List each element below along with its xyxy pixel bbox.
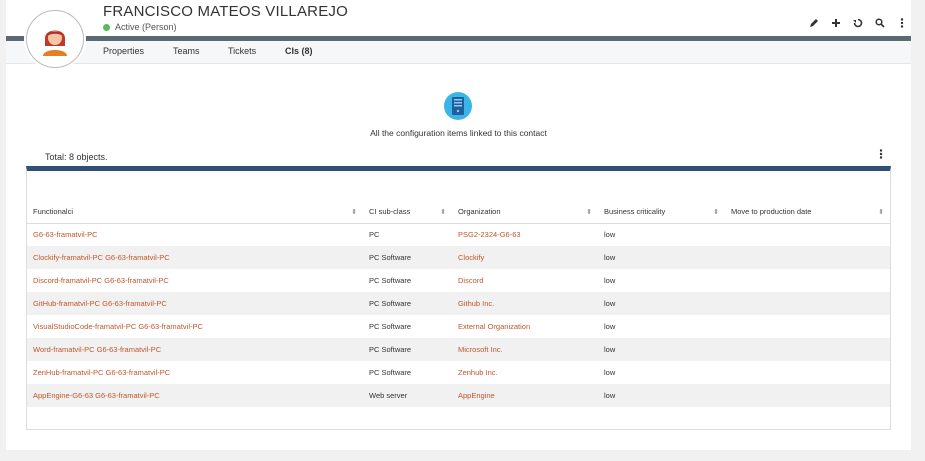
table-row: AppEngine-G6-63 G6-63-framatvil-PC Web s…: [27, 384, 890, 407]
organization-link[interactable]: Zenhub Inc.: [458, 368, 498, 377]
table-row: VisualStudioCode-framatvil-PC G6-63-fram…: [27, 315, 890, 338]
sort-icon: ⬍: [878, 209, 884, 216]
criticality-cell: low: [598, 292, 725, 315]
ci-subclass-cell: PC Software: [363, 338, 452, 361]
column-label: Functionalci: [33, 207, 74, 217]
production-date-cell: [725, 338, 890, 361]
table-row: Clockify-framatvil-PC G6-63-framatvil-PC…: [27, 246, 890, 269]
organization-link[interactable]: PSG2-2324-G6-63: [458, 230, 521, 239]
tab-teams[interactable]: Teams: [173, 46, 200, 56]
organization-link[interactable]: Microsoft Inc.: [458, 345, 503, 354]
cis-table-container: Functionalci ⬍ CI sub-class ⬍ Organization…: [26, 166, 891, 430]
criticality-cell: low: [604, 322, 616, 331]
production-date-cell: [725, 269, 890, 292]
header-actions: [809, 18, 907, 31]
sort-icon: ⬍: [440, 209, 446, 216]
criticality-cell: low: [598, 338, 725, 361]
ci-link[interactable]: Discord-framatvil-PC G6-63-framatvil-PC: [33, 276, 169, 285]
table-row: GitHub-framatvil-PC G6-63-framatvil-PC P…: [27, 292, 890, 315]
cis-description: All the configuration items linked to th…: [370, 128, 547, 138]
ci-subclass-cell: Web server: [363, 384, 452, 407]
production-date-cell: [725, 246, 890, 269]
person-avatar-icon: [43, 30, 67, 56]
column-label: Move to production date: [731, 207, 812, 217]
ci-link[interactable]: Clockify-framatvil-PC G6-63-framatvil-PC: [33, 253, 170, 262]
organization-link[interactable]: External Organization: [458, 322, 530, 331]
ci-subclass-cell: PC Software: [369, 276, 412, 285]
column-header-ci-subclass[interactable]: CI sub-class ⬍: [363, 201, 452, 224]
ci-link[interactable]: VisualStudioCode-framatvil-PC G6-63-fram…: [33, 322, 203, 331]
more-vertical-icon[interactable]: [897, 18, 907, 31]
table-row: ZenHub-framatvil-PC G6-63-framatvil-PC P…: [27, 361, 890, 384]
ci-link[interactable]: AppEngine-G6-63 G6-63-framatvil-PC: [33, 391, 160, 400]
organization-link[interactable]: Discord: [458, 276, 483, 285]
tab-cis[interactable]: CIs (8): [285, 46, 313, 56]
ci-link[interactable]: GitHub-framatvil-PC G6-63-framatvil-PC: [33, 299, 167, 308]
table-row: Discord-framatvil-PC G6-63-framatvil-PC …: [27, 269, 890, 292]
ci-subclass-cell: PC Software: [363, 246, 452, 269]
ci-subclass-cell: PC Software: [369, 368, 412, 377]
ci-subclass-cell: PC: [369, 230, 380, 240]
tab-properties[interactable]: Properties: [103, 46, 144, 56]
status-dot-icon: [103, 23, 110, 31]
sort-icon: ⬍: [351, 209, 357, 216]
list-menu-icon[interactable]: [879, 149, 883, 162]
refresh-icon[interactable]: [853, 18, 863, 31]
column-header-business-criticality[interactable]: Business criticality ⬍: [598, 201, 725, 224]
contact-card: FRANCISCO MATEOS VILLAREJO Active (Perso…: [6, 0, 911, 450]
person-name: FRANCISCO MATEOS VILLAREJO: [103, 3, 348, 20]
production-date-cell: [725, 223, 890, 246]
production-date-cell: [725, 292, 890, 315]
search-icon[interactable]: [875, 18, 885, 31]
person-avatar: [26, 10, 84, 68]
cis-table: Functionalci ⬍ CI sub-class ⬍ Organization…: [27, 201, 890, 407]
criticality-cell: low: [604, 276, 616, 285]
ci-subclass-cell: PC Software: [369, 322, 412, 331]
configuration-item-icon: [444, 92, 472, 120]
organization-link[interactable]: Github Inc.: [458, 299, 494, 308]
ci-link[interactable]: G6-63-framatvil-PC: [33, 230, 98, 239]
tabs-bar: Properties Teams Tickets CIs (8): [6, 41, 911, 64]
criticality-cell: low: [598, 246, 725, 269]
production-date-cell: [725, 315, 890, 338]
organization-link[interactable]: AppEngine: [458, 391, 495, 400]
sort-icon: ⬍: [713, 209, 719, 216]
total-count: Total: 8 objects.: [45, 152, 108, 162]
column-header-organization[interactable]: Organization ⬍: [452, 201, 598, 224]
organization-link[interactable]: Clockify: [458, 253, 484, 262]
production-date-cell: [725, 384, 890, 407]
status-label: Active (Person): [115, 22, 177, 32]
ci-link[interactable]: Word-framatvil-PC G6-63-framatvil-PC: [33, 345, 161, 354]
column-label: Business criticality: [604, 207, 666, 217]
object-header: FRANCISCO MATEOS VILLAREJO Active (Perso…: [6, 0, 911, 40]
sort-icon: ⬍: [586, 209, 592, 216]
ci-subclass-cell: PC Software: [363, 292, 452, 315]
status-indicator: Active (Person): [103, 22, 177, 32]
ci-link[interactable]: ZenHub-framatvil-PC G6-63-framatvil-PC: [33, 368, 170, 377]
tab-tickets[interactable]: Tickets: [228, 46, 256, 56]
table-row: Word-framatvil-PC G6-63-framatvil-PC PC …: [27, 338, 890, 361]
table-row: G6-63-framatvil-PC PC PSG2-2324-G6-63 lo…: [27, 223, 890, 246]
edit-pencil-icon[interactable]: [809, 18, 819, 31]
criticality-cell: low: [604, 368, 616, 377]
production-date-cell: [725, 361, 890, 384]
column-header-move-to-production-date[interactable]: Move to production date ⬍: [725, 201, 890, 224]
criticality-cell: low: [604, 230, 616, 240]
column-label: Organization: [458, 207, 501, 217]
column-label: CI sub-class: [369, 207, 411, 217]
criticality-cell: low: [598, 384, 725, 407]
add-plus-icon[interactable]: [831, 18, 841, 31]
table-header-row: Functionalci ⬍ CI sub-class ⬍ Organization…: [27, 201, 890, 224]
column-header-functionalci[interactable]: Functionalci ⬍: [27, 201, 363, 224]
